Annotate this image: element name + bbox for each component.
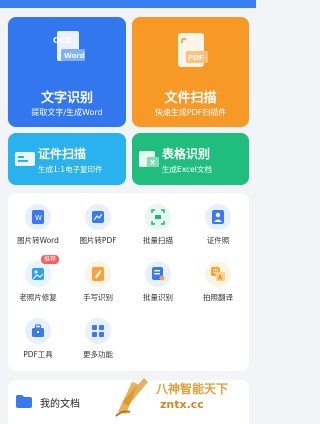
id-scan-card[interactable]: 证件扫描 生成1:1电子复印件 (8, 133, 126, 185)
id-scan-subtitle: 生成1:1电子复印件 (38, 165, 103, 174)
file-scan-card[interactable]: PDF 文件扫描 快速生成PDF扫描件 (132, 17, 249, 127)
id-card-icon (15, 152, 35, 166)
tool-label: 图片转PDF (79, 236, 117, 245)
tool-handwriting[interactable]: 手写识别 (68, 255, 128, 307)
tool-label: 图片转Word (17, 236, 59, 245)
id-scan-title: 证件扫描 (38, 147, 87, 161)
svg-text:X: X (150, 159, 156, 167)
watermark-title: 八神智能天下 (156, 382, 229, 396)
photo-restore-icon (25, 261, 51, 287)
tool-pdf-tools[interactable]: PDF工具 (8, 312, 68, 364)
tool-label: 更多功能 (83, 350, 113, 359)
tool-label: 拍照翻译 (203, 293, 233, 302)
tools-panel: W 图片转Word 图片转PDF 批量扫描 证件照 推荐 老照片修复 手写识别 (8, 193, 249, 371)
recommend-badge: 推荐 (41, 255, 60, 264)
tool-image-to-word[interactable]: W 图片转Word (8, 198, 68, 250)
more-grid-icon (85, 318, 111, 344)
tool-label: 批量扫描 (143, 236, 173, 245)
watermark-url: zntx.cc (160, 398, 204, 411)
tool-more-functions[interactable]: 更多功能 (68, 312, 128, 364)
ocr-word-icon: OCR Word (53, 31, 85, 61)
tool-old-photo-restore[interactable]: 推荐 老照片修复 (8, 255, 68, 307)
image-pdf-icon (85, 204, 111, 230)
batch-recognize-icon (145, 261, 171, 287)
table-recognition-card[interactable]: X 表格识别 生成Excel文档 (132, 133, 249, 185)
svg-text:W: W (35, 214, 42, 222)
tool-id-photo[interactable]: 证件照 (188, 198, 248, 250)
handwriting-icon (85, 261, 111, 287)
watermark: 八神智能天下 zntx.cc (112, 372, 256, 424)
tool-label: 证件照 (206, 236, 230, 245)
folder-icon (16, 395, 32, 408)
scan-frame-icon (145, 204, 171, 230)
my-documents-label: 我的文档 (40, 399, 80, 410)
tool-label: PDF工具 (23, 350, 53, 359)
word-doc-icon: W (25, 204, 51, 230)
table-recognition-title: 表格识别 (162, 147, 211, 161)
pdf-scan-icon: PDF (178, 33, 208, 67)
text-recognition-title: 文字识别 (40, 91, 93, 106)
file-scan-subtitle: 快速生成PDF扫描件 (154, 108, 227, 117)
svg-text:PDF: PDF (188, 54, 204, 62)
tool-batch-scan[interactable]: 批量扫描 (128, 198, 188, 250)
tool-label: 批量识别 (143, 293, 173, 302)
table-recognition-subtitle: 生成Excel文档 (162, 165, 212, 174)
svg-text:OCR: OCR (53, 36, 72, 45)
tool-photo-translate[interactable]: 中A 拍照翻译 (188, 255, 248, 307)
text-recognition-subtitle: 提取文字/生成Word (31, 108, 103, 117)
tool-label: 手写识别 (83, 293, 113, 302)
svg-text:Word: Word (64, 52, 85, 60)
tool-batch-recognize[interactable]: 批量识别 (128, 255, 188, 307)
tool-image-to-pdf[interactable]: 图片转PDF (68, 198, 128, 250)
text-recognition-card[interactable]: OCR Word 文字识别 提取文字/生成Word (8, 17, 126, 127)
id-photo-icon (205, 204, 231, 230)
toolbox-icon (25, 318, 51, 344)
translate-icon: 中A (205, 261, 231, 287)
excel-icon: X (139, 151, 159, 167)
tool-label: 老照片修复 (19, 293, 57, 302)
top-bar (0, 0, 256, 8)
brush-logo-icon (115, 378, 148, 417)
file-scan-title: 文件扫描 (164, 91, 217, 106)
